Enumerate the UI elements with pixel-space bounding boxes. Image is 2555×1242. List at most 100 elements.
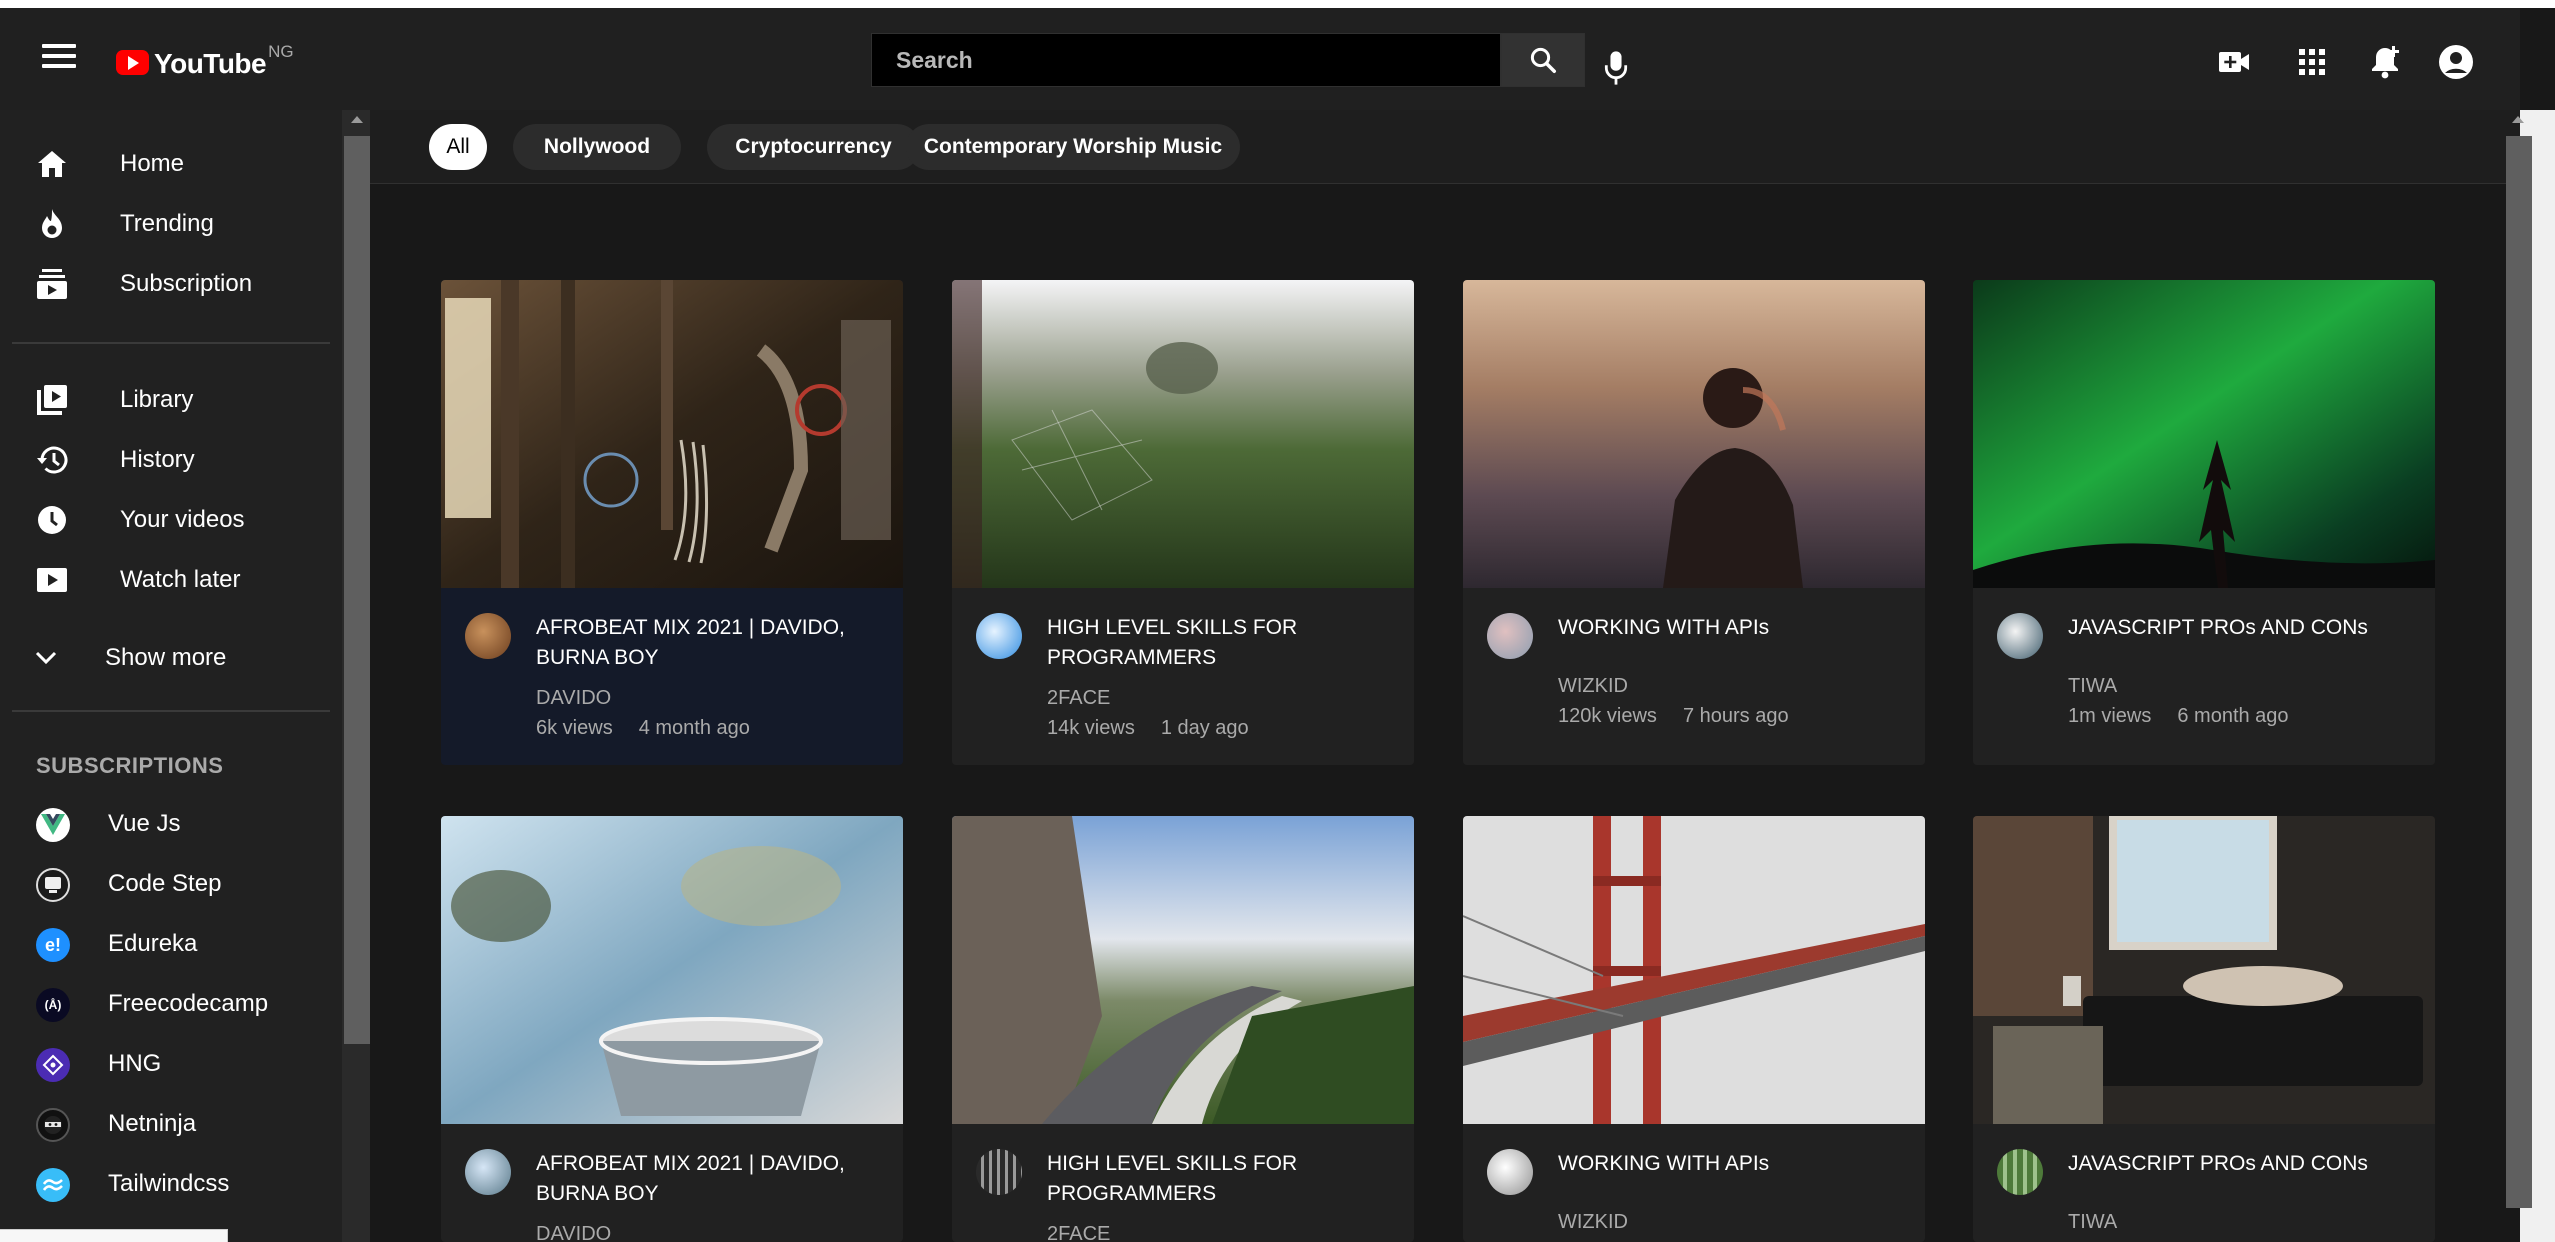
channel-name[interactable]: 2FACE xyxy=(1047,687,1110,710)
video-card[interactable]: JAVASCRIPT PROs AND CONs TIWA xyxy=(1973,816,2435,1242)
view-count: 14k views xyxy=(1047,717,1135,739)
subscription-netninja[interactable]: Netninja xyxy=(0,1096,330,1152)
subscription-label: Edureka xyxy=(108,930,198,957)
sidebar-scrollbar-thumb[interactable] xyxy=(344,136,370,1044)
page-scroll-up-arrow-icon[interactable] xyxy=(2512,116,2524,123)
video-title[interactable]: HIGH LEVEL SKILLS FOR PROGRAMMERS xyxy=(1047,1149,1387,1209)
channel-avatar[interactable] xyxy=(465,613,511,659)
video-thumbnail[interactable] xyxy=(1973,280,2435,588)
view-count: 120k views xyxy=(1558,705,1657,727)
channel-avatar[interactable] xyxy=(1997,1149,2043,1195)
video-title[interactable]: WORKING WITH APIs xyxy=(1558,613,1898,643)
sidebar-item-home[interactable]: Home xyxy=(0,136,330,192)
video-thumbnail[interactable] xyxy=(952,816,1414,1124)
sidebar-item-your-videos[interactable]: Your videos xyxy=(0,492,330,548)
video-camera-add-icon xyxy=(2219,52,2249,72)
video-title[interactable]: JAVASCRIPT PROs AND CONs xyxy=(2068,613,2408,643)
chip-nollywood[interactable]: Nollywood xyxy=(513,124,681,170)
subscription-hng[interactable]: HNG xyxy=(0,1036,330,1092)
page-scrollbar-thumb[interactable] xyxy=(2506,136,2532,1208)
sidebar-item-trending[interactable]: Trending xyxy=(0,196,330,252)
video-title[interactable]: AFROBEAT MIX 2021 | DAVIDO, BURNA BOY xyxy=(536,613,876,673)
subscription-code-step[interactable]: Code Step xyxy=(0,856,330,912)
upload-age: 4 month ago xyxy=(638,717,750,739)
chip-contemporary-worship-music[interactable]: Contemporary Worship Music xyxy=(906,124,1240,170)
sidebar-scroll-up-arrow-icon[interactable] xyxy=(351,116,363,123)
video-card[interactable]: WORKING WITH APIs WIZKID xyxy=(1463,816,1925,1242)
show-more-button[interactable]: Show more xyxy=(0,630,330,686)
subscription-label: Vue Js xyxy=(108,810,181,837)
trending-flame-icon xyxy=(34,206,70,242)
sidebar-item-watch-later[interactable]: Watch later xyxy=(0,552,330,608)
channel-avatar[interactable] xyxy=(976,613,1022,659)
chip-all[interactable]: All xyxy=(429,124,487,170)
search-button[interactable] xyxy=(1501,33,1585,87)
video-card[interactable]: AFROBEAT MIX 2021 | DAVIDO, BURNA BOY DA… xyxy=(441,280,903,765)
channel-name[interactable]: TIWA xyxy=(2068,1211,2117,1234)
channel-name[interactable]: DAVIDO xyxy=(536,687,611,710)
sidebar-item-label: Your videos xyxy=(120,506,245,533)
video-thumbnail[interactable] xyxy=(441,816,903,1124)
channel-name[interactable]: 2FACE xyxy=(1047,1223,1110,1242)
history-icon xyxy=(34,442,70,478)
subscription-vue-js[interactable]: Vue Js xyxy=(0,796,330,852)
apps-button[interactable] xyxy=(2292,42,2332,82)
sidebar: Home Trending Subscription Library Histo… xyxy=(0,110,342,1242)
video-thumbnail[interactable] xyxy=(952,280,1414,588)
video-title[interactable]: AFROBEAT MIX 2021 | DAVIDO, BURNA BOY xyxy=(536,1149,876,1209)
subscription-freecodecamp[interactable]: (Å) Freecodecamp xyxy=(0,976,330,1032)
video-thumbnail[interactable] xyxy=(1463,816,1925,1124)
upload-age: 1 day ago xyxy=(1160,717,1249,739)
video-thumbnail[interactable] xyxy=(441,280,903,588)
video-title[interactable]: JAVASCRIPT PROs AND CONs xyxy=(2068,1149,2408,1179)
video-title[interactable]: WORKING WITH APIs xyxy=(1558,1149,1898,1179)
subscriptions-heading: SUBSCRIPTIONS xyxy=(36,753,224,778)
vue-js-avatar xyxy=(36,808,70,842)
edureka-avatar: e! xyxy=(36,928,70,962)
freecodecamp-avatar: (Å) xyxy=(36,988,70,1022)
channel-avatar[interactable] xyxy=(1487,1149,1533,1195)
subscription-label: Code Step xyxy=(108,870,222,897)
sidebar-item-library[interactable]: Library xyxy=(0,372,330,428)
browser-status-bar xyxy=(0,1229,228,1242)
video-card[interactable]: JAVASCRIPT PROs AND CONs TIWA 1m views 6 … xyxy=(1973,280,2435,765)
library-icon xyxy=(34,382,70,418)
video-card[interactable]: AFROBEAT MIX 2021 | DAVIDO, BURNA BOY DA… xyxy=(441,816,903,1242)
subscription-tailwindcss[interactable]: Tailwindcss xyxy=(0,1156,330,1212)
upload-age: 7 hours ago xyxy=(1682,705,1789,727)
sidebar-item-label: Trending xyxy=(120,210,214,237)
apps-grid-icon xyxy=(2299,49,2325,75)
subscription-edureka[interactable]: e! Edureka xyxy=(0,916,330,972)
search-icon xyxy=(1530,47,1556,73)
menu-icon[interactable] xyxy=(42,44,76,70)
video-title[interactable]: HIGH LEVEL SKILLS FOR PROGRAMMERS xyxy=(1047,613,1387,673)
video-card[interactable]: HIGH LEVEL SKILLS FOR PROGRAMMERS 2FACE … xyxy=(952,280,1414,765)
video-thumbnail[interactable] xyxy=(1973,816,2435,1124)
channel-name[interactable]: TIWA xyxy=(2068,675,2117,698)
video-card[interactable]: HIGH LEVEL SKILLS FOR PROGRAMMERS 2FACE xyxy=(952,816,1414,1242)
view-count: 6k views xyxy=(536,717,613,739)
subscription-label: Netninja xyxy=(108,1110,197,1137)
channel-avatar[interactable] xyxy=(465,1149,511,1195)
sidebar-item-history[interactable]: History xyxy=(0,432,330,488)
channel-name[interactable]: WIZKID xyxy=(1558,675,1628,698)
create-video-button[interactable] xyxy=(2214,42,2254,82)
channel-name[interactable]: DAVIDO xyxy=(536,1223,611,1242)
video-meta: 1m views 6 month ago xyxy=(2068,705,2289,728)
channel-avatar[interactable] xyxy=(1487,613,1533,659)
channel-name[interactable]: WIZKID xyxy=(1558,1211,1628,1234)
channel-avatar[interactable] xyxy=(1997,613,2043,659)
video-card[interactable]: WORKING WITH APIs WIZKID 120k views 7 hou… xyxy=(1463,280,1925,765)
voice-search-button[interactable] xyxy=(1596,46,1636,90)
account-circle-icon xyxy=(2439,45,2473,79)
channel-avatar[interactable] xyxy=(976,1149,1022,1195)
video-thumbnail[interactable] xyxy=(1463,280,1925,588)
notifications-button[interactable] xyxy=(2366,42,2406,82)
chip-cryptocurrency[interactable]: Cryptocurrency xyxy=(707,124,920,170)
search-input[interactable] xyxy=(871,33,1501,87)
account-button[interactable] xyxy=(2436,42,2476,82)
sidebar-item-label: Library xyxy=(120,386,194,413)
youtube-logo[interactable]: YouTube NG xyxy=(116,42,294,79)
sidebar-item-label: History xyxy=(120,446,195,473)
sidebar-item-subscription[interactable]: Subscription xyxy=(0,256,330,312)
